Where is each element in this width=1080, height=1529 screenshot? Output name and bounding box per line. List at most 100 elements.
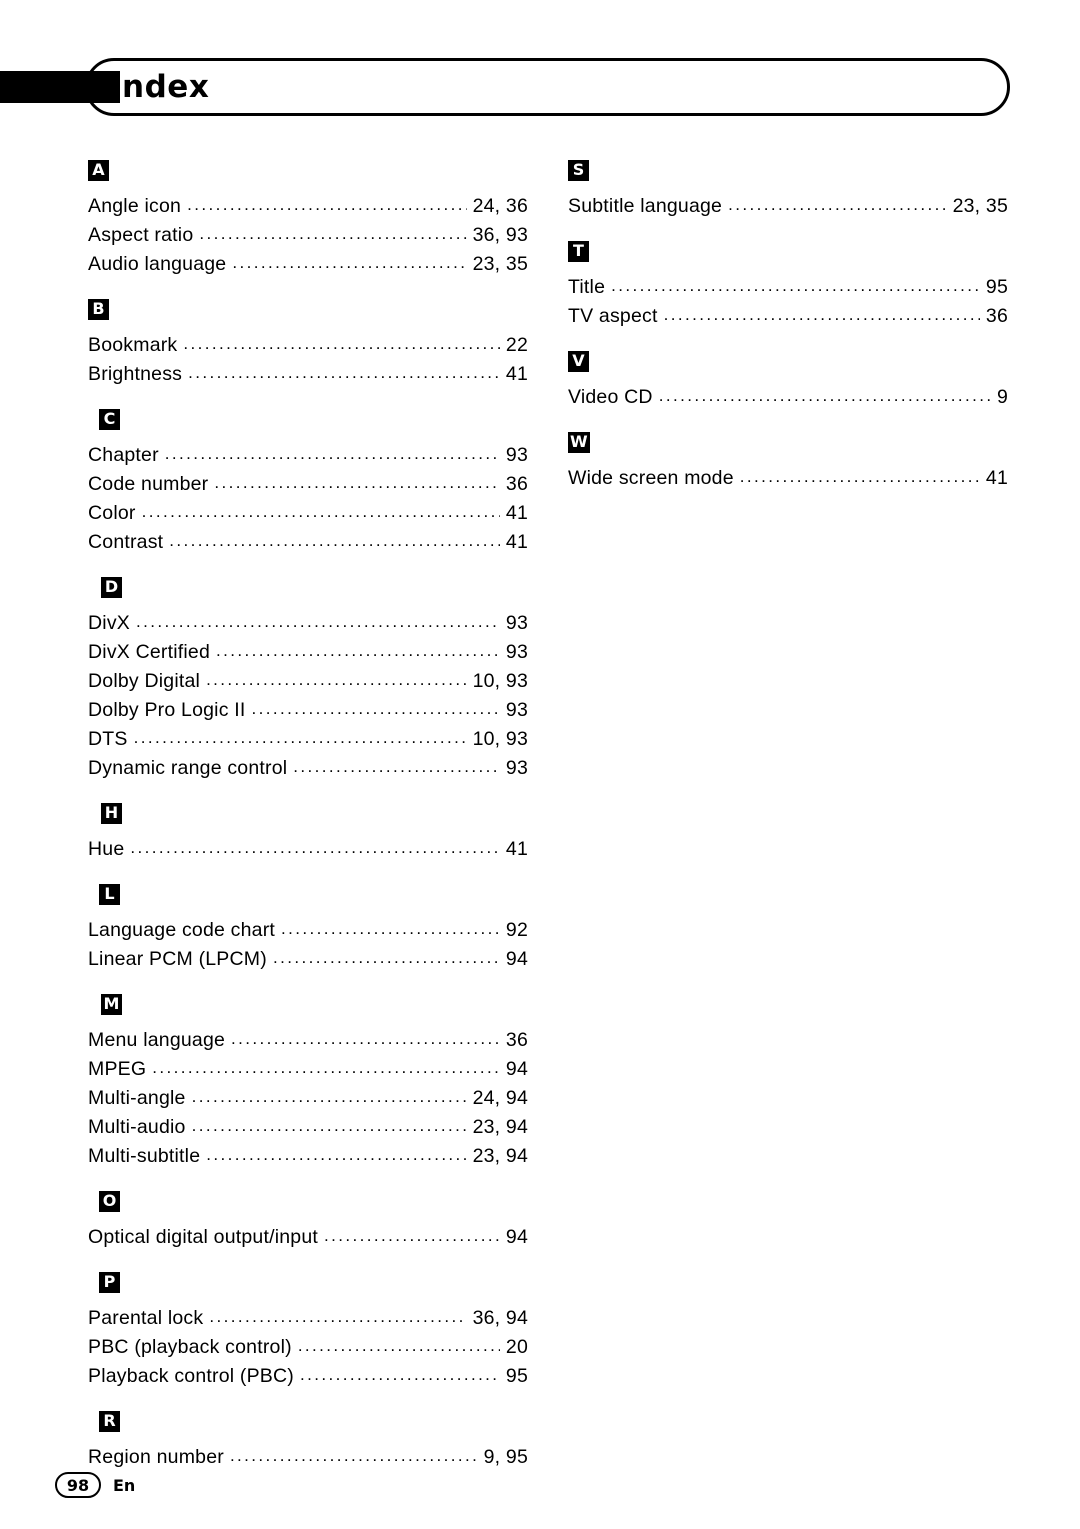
index-entry-page: 93 — [505, 641, 528, 663]
index-letter-group: H Hue....................................… — [88, 803, 528, 864]
index-entry-page: 36, 93 — [472, 224, 528, 246]
index-entry[interactable]: Chapter.................................… — [88, 441, 528, 470]
index-letter-badge: A — [88, 160, 109, 181]
index-letter-group: D DivX...................................… — [88, 577, 528, 783]
index-entry[interactable]: PBC (playback control)..................… — [88, 1333, 528, 1362]
index-entry-leader-dots: ........................................… — [191, 1087, 467, 1106]
index-entry-leader-dots: ........................................… — [728, 195, 946, 214]
index-entry-label: Dynamic range control — [88, 757, 288, 779]
index-entry-label: Code number — [88, 473, 209, 495]
index-entry-list: Parental lock...........................… — [88, 1304, 528, 1391]
index-letter-group: M Menu language..........................… — [88, 994, 528, 1171]
index-entry[interactable]: Menu language...........................… — [88, 1026, 528, 1055]
index-letter-badge: W — [568, 432, 590, 453]
index-entry-page: 24, 36 — [472, 195, 528, 217]
index-entry[interactable]: DTS.....................................… — [88, 725, 528, 754]
index-letter-badge: H — [101, 803, 122, 824]
index-entry[interactable]: MPEG....................................… — [88, 1055, 528, 1084]
footer-language-code: En — [113, 1475, 136, 1495]
index-entry[interactable]: Aspect ratio............................… — [88, 221, 528, 250]
index-entry[interactable]: Title...................................… — [568, 273, 1008, 302]
index-entry-list: Title...................................… — [568, 273, 1008, 331]
index-entry[interactable]: Multi-audio.............................… — [88, 1113, 528, 1142]
index-letter-badge: B — [88, 299, 109, 320]
index-entry[interactable]: Multi-angle.............................… — [88, 1084, 528, 1113]
index-letter-group: S Subtitle language......................… — [568, 160, 1008, 221]
index-entry[interactable]: Parental lock...........................… — [88, 1304, 528, 1333]
index-entry[interactable]: Hue.....................................… — [88, 835, 528, 864]
index-entry-list: Video CD................................… — [568, 383, 1008, 412]
index-entry-page: 93 — [505, 699, 528, 721]
index-letter-group: P Parental lock..........................… — [88, 1272, 528, 1391]
index-entry[interactable]: TV aspect...............................… — [568, 302, 1008, 331]
index-entry-leader-dots: ........................................… — [231, 1029, 500, 1048]
index-entry-leader-dots: ........................................… — [281, 919, 500, 938]
index-letter-group: W Wide screen mode.......................… — [568, 432, 1008, 493]
index-entry[interactable]: Contrast................................… — [88, 528, 528, 557]
index-entry-label: Audio language — [88, 253, 227, 275]
index-entry-leader-dots: ........................................… — [324, 1226, 500, 1245]
index-entry[interactable]: Color...................................… — [88, 499, 528, 528]
index-entry[interactable]: Optical digital output/input............… — [88, 1223, 528, 1252]
index-entry[interactable]: Brightness..............................… — [88, 360, 528, 389]
index-column-right: S Subtitle language......................… — [568, 160, 1008, 495]
index-letter-badge: D — [101, 577, 122, 598]
index-entry-page: 10, 93 — [472, 670, 528, 692]
index-entry[interactable]: Dolby Pro Logic II......................… — [88, 696, 528, 725]
index-entry-label: DTS — [88, 728, 128, 750]
index-entry-page: 41 — [505, 531, 528, 553]
index-entry-list: Bookmark................................… — [88, 331, 528, 389]
index-entry-page: 94 — [505, 948, 528, 970]
index-entry-leader-dots: ........................................… — [133, 728, 467, 747]
index-entry[interactable]: DivX Certified..........................… — [88, 638, 528, 667]
index-entry-label: Aspect ratio — [88, 224, 194, 246]
page-footer: 98 En — [55, 1472, 135, 1498]
index-letter-heading: D — [88, 577, 528, 601]
index-entry-leader-dots: ........................................… — [141, 502, 500, 521]
index-entry-label: Multi-subtitle — [88, 1145, 201, 1167]
index-letter-heading: H — [88, 803, 528, 827]
index-entry-list: Region number...........................… — [88, 1443, 528, 1472]
index-entry[interactable]: Code number.............................… — [88, 470, 528, 499]
index-entry-leader-dots: ........................................… — [152, 1058, 500, 1077]
index-entry-label: MPEG — [88, 1058, 147, 1080]
index-entry-leader-dots: ........................................… — [299, 1365, 500, 1384]
index-entry[interactable]: Language code chart.....................… — [88, 916, 528, 945]
index-letter-group: C Chapter................................… — [88, 409, 528, 557]
index-entry-leader-dots: ........................................… — [216, 641, 500, 660]
index-letter-heading: R — [88, 1411, 528, 1435]
index-entry-leader-dots: ........................................… — [272, 948, 500, 967]
index-entry-label: Dolby Pro Logic II — [88, 699, 246, 721]
index-entry-list: Chapter.................................… — [88, 441, 528, 557]
index-entry[interactable]: Region number...........................… — [88, 1443, 528, 1472]
index-entry-page: 95 — [505, 1365, 528, 1387]
index-entry-label: Language code chart — [88, 919, 276, 941]
index-letter-heading: L — [88, 884, 528, 908]
index-entry-label: Contrast — [88, 531, 164, 553]
index-entry-leader-dots: ........................................… — [293, 757, 500, 776]
index-entry-page: 20 — [505, 1336, 528, 1358]
index-entry[interactable]: Linear PCM (LPCM).......................… — [88, 945, 528, 974]
index-entry[interactable]: Video CD................................… — [568, 383, 1008, 412]
index-entry[interactable]: Wide screen mode........................… — [568, 464, 1008, 493]
index-entry-label: Optical digital output/input — [88, 1226, 318, 1248]
index-entry-label: Multi-audio — [88, 1116, 186, 1138]
index-entry[interactable]: Dolby Digital...........................… — [88, 667, 528, 696]
index-letter-heading: S — [568, 160, 1008, 184]
index-entry[interactable]: Subtitle language.......................… — [568, 192, 1008, 221]
index-entry-list: Wide screen mode........................… — [568, 464, 1008, 493]
index-entry-leader-dots: ........................................… — [229, 1446, 478, 1465]
index-entry[interactable]: DivX....................................… — [88, 609, 528, 638]
index-entry[interactable]: Playback control (PBC)..................… — [88, 1362, 528, 1391]
index-entry[interactable]: Multi-subtitle..........................… — [88, 1142, 528, 1171]
index-entry-page: 36 — [505, 473, 528, 495]
index-entry[interactable]: Angle icon..............................… — [88, 192, 528, 221]
index-letter-badge: V — [568, 351, 589, 372]
index-entry-leader-dots: ........................................… — [191, 1116, 467, 1135]
index-entry[interactable]: Dynamic range control...................… — [88, 754, 528, 783]
index-entry[interactable]: Bookmark................................… — [88, 331, 528, 360]
index-entry-label: Angle icon — [88, 195, 182, 217]
index-entry-leader-dots: ........................................… — [164, 444, 500, 463]
header-black-tab — [0, 71, 120, 103]
index-entry[interactable]: Audio language..........................… — [88, 250, 528, 279]
